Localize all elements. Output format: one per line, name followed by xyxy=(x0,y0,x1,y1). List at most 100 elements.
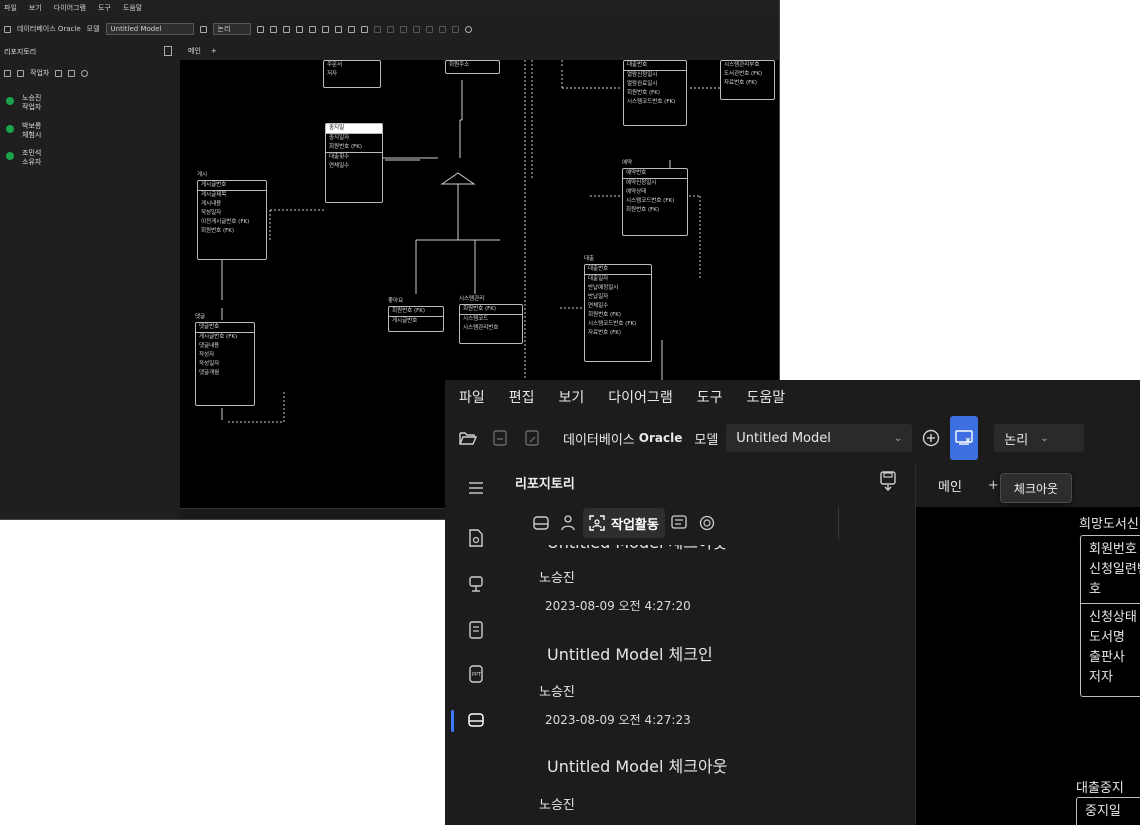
bg-note-tab-icon[interactable] xyxy=(68,69,76,77)
bg-relation-icon[interactable] xyxy=(308,25,316,33)
bg-entity-icon[interactable] xyxy=(295,25,303,33)
bg-entity-box[interactable]: 게시글번호 게시글제목 게시내용 작성일자 이전게시글번호 (FK) 회원번호 … xyxy=(197,180,267,260)
bg-save-icon[interactable] xyxy=(164,46,172,56)
bg-user-item[interactable]: 조민석 소유자 xyxy=(6,149,41,167)
toolbar: 데이터베이스 Oracle 모델 Untitled Model ⌄ 논리 ⌄ xyxy=(445,416,1140,460)
bg-entity-box[interactable]: 회원주소 xyxy=(445,60,500,74)
activity-list[interactable]: Untitled Model 체크아웃 노승진 2023-08-09 오전 4:… xyxy=(505,545,915,825)
bg-menubar: 파일 보기 다이어그램 도구 도움말 xyxy=(0,0,779,16)
menu-tools[interactable]: 도구 xyxy=(697,387,723,407)
save-to-repository-icon[interactable] xyxy=(880,471,896,491)
entity-box[interactable]: 중지일 xyxy=(1076,797,1140,825)
bg-entity-box[interactable]: 시스템관리부호 도서관번호 (FK) 자료번호 (FK) xyxy=(720,60,775,100)
document-search-icon[interactable] xyxy=(467,529,485,547)
repository-panel: 리포지토리 작업활동 Untitled Model 체크아웃 xyxy=(505,465,915,825)
tab-main[interactable]: 메인 xyxy=(938,476,962,495)
save-icon[interactable] xyxy=(491,430,509,446)
bg-entity-box[interactable]: 대출번호 열람신청일시 열람완료일시 회원번호 (FK) 시스템코드번호 (FK… xyxy=(623,60,687,126)
bg-sidebar-tabs: 작업자 xyxy=(4,68,89,78)
bg-arrow2-icon[interactable] xyxy=(334,25,342,33)
bg-add-icon[interactable] xyxy=(199,25,207,33)
notes-icon[interactable] xyxy=(467,621,485,639)
bg-entity-box[interactable]: 회원번호 (FK) 시스템코드 시스템관리번호 xyxy=(459,304,523,344)
panel-tabs-divider xyxy=(527,507,839,539)
bg-align-icon[interactable] xyxy=(373,25,381,33)
bg-entity-box[interactable]: 회원번호 (FK) 게시글번호 xyxy=(388,306,444,332)
erd-canvas[interactable]: 희망도서신청 회원번호 신청일련번호 신청상태 도서명 출판사 저자 대출중지 … xyxy=(916,507,1140,825)
repository-icon[interactable] xyxy=(467,711,485,729)
bg-tab-main[interactable]: 메인 xyxy=(188,46,201,56)
bg-user-tab-icon[interactable] xyxy=(17,69,24,77)
bg-tab-workers[interactable]: 작업자 xyxy=(30,68,49,78)
bg-db-tab-icon[interactable] xyxy=(4,69,11,77)
entity-box[interactable]: 회원번호 신청일련번호 신청상태 도서명 출판사 저자 xyxy=(1080,535,1140,697)
model-tree-icon[interactable] xyxy=(467,575,485,593)
bg-menu-view[interactable]: 보기 xyxy=(29,3,42,13)
bg-align7-icon[interactable] xyxy=(451,25,459,33)
ppt-export-icon[interactable]: PPT xyxy=(467,665,485,683)
entity-attr-row: 도서명 xyxy=(1089,630,1125,645)
menu-help[interactable]: 도움말 xyxy=(746,387,785,407)
bg-sidebar-title: 리포지토리 xyxy=(4,48,37,56)
bg-logic-select[interactable]: 논리 xyxy=(212,23,251,35)
bg-model-select[interactable]: Untitled Model xyxy=(105,23,194,35)
bg-user-name: 박보롱 xyxy=(22,122,42,130)
bg-zoom-in-icon[interactable] xyxy=(269,25,277,33)
open-folder-icon[interactable] xyxy=(459,430,477,446)
bg-menu-help[interactable]: 도움말 xyxy=(123,3,142,13)
bg-folder-icon[interactable] xyxy=(4,25,11,33)
chevron-down-icon: ⌄ xyxy=(1040,432,1049,444)
bg-align5-icon[interactable] xyxy=(425,25,433,33)
entity-attr-row: 저자 xyxy=(1089,670,1113,685)
bg-activity-tab-icon[interactable] xyxy=(55,69,63,77)
bg-align6-icon[interactable] xyxy=(438,25,446,33)
bg-entity-box[interactable]: 댓글번호 게시글번호 (FK) 댓글내용 작성자 작성일자 댓글개월 xyxy=(195,322,255,406)
save-as-icon[interactable] xyxy=(523,430,541,446)
menu-view[interactable]: 보기 xyxy=(559,387,585,407)
bg-zoom-out-icon[interactable] xyxy=(282,25,290,33)
bg-align3-icon[interactable] xyxy=(399,25,407,33)
menu-diagram[interactable]: 다이어그램 xyxy=(608,387,672,407)
menu-edit[interactable]: 편집 xyxy=(509,387,535,407)
bg-arrow-icon[interactable] xyxy=(321,25,329,33)
chevron-down-icon: ⌄ xyxy=(893,432,903,444)
bg-entity-box[interactable]: 대출번호 대출일자 반납예정일시 반납일자 연체일수 회원번호 (FK) 시스템… xyxy=(584,264,652,362)
bg-menu-diagram[interactable]: 다이어그램 xyxy=(54,3,86,13)
bg-entity-box-selected[interactable]: 중지일 중지일자 회원번호 (FK) 대출횟수 연체일수 xyxy=(325,123,383,203)
bg-align4-icon[interactable] xyxy=(412,25,420,33)
left-icon-rail: PPT xyxy=(445,465,505,825)
entity-attr-row: 신청상태 xyxy=(1089,610,1137,625)
bg-user-name: 노승진 xyxy=(22,94,42,102)
bg-user-item[interactable]: 박보롱 체험시 xyxy=(6,122,41,140)
model-label: 모델 xyxy=(694,432,719,448)
menubar: 파일 편집 보기 다이어그램 도구 도움말 xyxy=(445,380,1140,414)
activity-title: Untitled Model 체크인 xyxy=(547,645,713,664)
checkout-button[interactable] xyxy=(950,416,979,460)
online-status-icon xyxy=(6,152,14,160)
hamburger-menu-icon[interactable] xyxy=(467,479,485,497)
bg-align2-icon[interactable] xyxy=(386,25,394,33)
activity-title: Untitled Model 체크아웃 xyxy=(547,545,727,553)
add-tab-icon[interactable]: + xyxy=(988,478,999,493)
bg-table-icon[interactable] xyxy=(256,25,264,33)
bg-menu-file[interactable]: 파일 xyxy=(4,3,17,13)
bg-entity-box[interactable]: 예약번호 예약신청일시 예약상태 시스템코드번호 (FK) 회원번호 (FK) xyxy=(622,168,688,236)
bg-menu-tools[interactable]: 도구 xyxy=(98,3,111,13)
zoomed-window: 파일 편집 보기 다이어그램 도구 도움말 데이터베이스 Oracle 모델 U… xyxy=(445,380,1140,825)
bg-settings-icon[interactable] xyxy=(464,25,472,33)
add-circle-icon[interactable] xyxy=(922,429,940,447)
bg-arrow3-icon[interactable] xyxy=(347,25,355,33)
model-select[interactable]: Untitled Model ⌄ xyxy=(726,424,913,452)
logic-physical-select[interactable]: 논리 ⌄ xyxy=(994,424,1085,452)
bg-user-role: 체험시 xyxy=(22,131,42,139)
bg-add-tab-icon[interactable]: + xyxy=(211,47,217,55)
activity-time: 2023-08-09 오전 4:27:23 xyxy=(545,713,691,727)
bg-entity-box[interactable]: 주문서 저자 xyxy=(323,60,381,88)
panel-title: 리포지토리 xyxy=(515,477,575,492)
menu-file[interactable]: 파일 xyxy=(459,387,485,407)
bg-sync-tab-icon[interactable] xyxy=(81,69,89,77)
bg-user-item[interactable]: 노승진 작업자 xyxy=(6,94,41,112)
checkout-tooltip: 체크아웃 xyxy=(1000,473,1072,503)
bg-database-label: 데이터베이스 Oracle xyxy=(17,25,81,33)
bg-compare-icon[interactable] xyxy=(360,25,368,33)
